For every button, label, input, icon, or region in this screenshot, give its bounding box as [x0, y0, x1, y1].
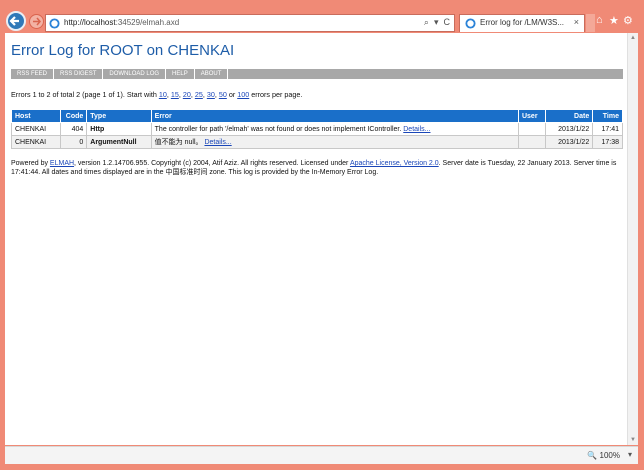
scroll-down-icon[interactable]: ▼: [628, 435, 638, 445]
vertical-scrollbar[interactable]: ▲ ▼: [627, 33, 638, 445]
header-error[interactable]: Error: [150, 109, 519, 123]
paging-summary: Errors 1 to 2 of total 2 (page 1 of 1). …: [11, 90, 303, 99]
scroll-up-icon[interactable]: ▲: [628, 33, 638, 43]
page-title: Error Log for ROOT on CHENKAI: [11, 42, 235, 59]
refresh-icon[interactable]: C: [444, 17, 451, 27]
address-bar[interactable]: http://localhost:34529/elmah.axd ⌕ ▾ C: [45, 14, 455, 32]
footer-text: Powered by ELMAH, version 1.2.14706.955.…: [11, 160, 617, 176]
cell-user: [517, 135, 546, 149]
new-tab-button[interactable]: [586, 14, 595, 32]
url-text[interactable]: http://localhost:34529/elmah.axd: [64, 18, 179, 27]
menu-help[interactable]: HELP: [166, 69, 195, 79]
back-button[interactable]: [6, 11, 26, 31]
table-row: CHENKAI 0 ArgumentNull 值不能为 null。 Detail…: [10, 135, 623, 149]
cell-code: 404: [60, 122, 88, 136]
search-icon[interactable]: ⌕: [424, 17, 429, 27]
ie-icon: [49, 18, 60, 29]
cell-user: [517, 122, 546, 136]
menu-rss-digest[interactable]: RSS DIGEST: [54, 69, 104, 79]
arrow-right-icon: [33, 17, 41, 26]
header-user[interactable]: User: [517, 109, 546, 123]
home-icon[interactable]: ⌂: [596, 14, 603, 26]
page-size-link[interactable]: 30: [207, 90, 215, 99]
header-type[interactable]: Type: [86, 109, 152, 123]
page-size-link[interactable]: 25: [195, 90, 203, 99]
cell-type: Http: [86, 122, 152, 136]
zoom-level[interactable]: 🔍 100%: [587, 451, 620, 460]
page-size-link[interactable]: 10: [159, 90, 167, 99]
zoom-dropdown-icon[interactable]: ▾: [628, 450, 632, 459]
cell-host: CHENKAI: [10, 122, 62, 136]
details-link[interactable]: Details...: [204, 139, 231, 146]
cell-error: 值不能为 null。 Details...: [150, 135, 519, 149]
top-menu: RSS FEED RSS DIGEST DOWNLOAD LOG HELP AB…: [11, 69, 623, 79]
cell-host: CHENKAI: [10, 135, 62, 149]
page-size-link[interactable]: 100: [237, 90, 249, 99]
tab-title: Error log for /LM/W3S...: [480, 18, 565, 27]
menu-download-log[interactable]: DOWNLOAD LOG: [103, 69, 167, 79]
status-bar: 🔍 100% ▾: [5, 446, 638, 464]
elmah-link[interactable]: ELMAH: [50, 160, 74, 167]
cell-time: 17:38: [592, 135, 623, 149]
header-date[interactable]: Date: [544, 109, 594, 123]
header-code[interactable]: Code: [60, 109, 88, 123]
menu-rss-feed[interactable]: RSS FEED: [11, 69, 55, 79]
cell-date: 2013/1/22: [544, 135, 594, 149]
cell-date: 2013/1/22: [544, 122, 594, 136]
cell-code: 0: [60, 135, 88, 149]
page-viewport: Error Log for ROOT on CHENKAI RSS FEED R…: [5, 33, 638, 445]
ie-tab-icon: [465, 18, 476, 29]
browser-chrome: http://localhost:34529/elmah.axd ⌕ ▾ C Err…: [0, 0, 644, 32]
license-link[interactable]: Apache License, Version 2.0: [350, 160, 439, 167]
table-row: CHENKAI 404 Http The controller for path…: [10, 122, 623, 136]
cell-type: ArgumentNull: [86, 135, 152, 149]
error-table: Host Code Type Error User Date Time CHEN…: [10, 109, 623, 149]
cell-error: The controller for path '/elmah' was not…: [150, 122, 519, 136]
header-host[interactable]: Host: [10, 109, 62, 123]
table-header-row: Host Code Type Error User Date Time: [10, 109, 623, 123]
dropdown-icon[interactable]: ▾: [434, 17, 439, 27]
page-size-link[interactable]: 15: [171, 90, 179, 99]
favorites-icon[interactable]: ★: [609, 14, 619, 27]
page-size-link[interactable]: 20: [183, 90, 191, 99]
cell-time: 17:41: [592, 122, 623, 136]
details-link[interactable]: Details...: [403, 126, 430, 133]
close-tab-icon[interactable]: ×: [574, 17, 579, 27]
header-time[interactable]: Time: [592, 109, 623, 123]
browser-tab[interactable]: Error log for /LM/W3S... ×: [459, 14, 585, 32]
settings-icon[interactable]: ⚙: [623, 14, 633, 27]
menu-about[interactable]: ABOUT: [195, 69, 229, 79]
arrow-left-icon: [9, 16, 19, 26]
forward-button[interactable]: [29, 14, 44, 29]
page-size-link[interactable]: 50: [219, 90, 227, 99]
address-tools[interactable]: ⌕ ▾ C: [419, 17, 450, 28]
